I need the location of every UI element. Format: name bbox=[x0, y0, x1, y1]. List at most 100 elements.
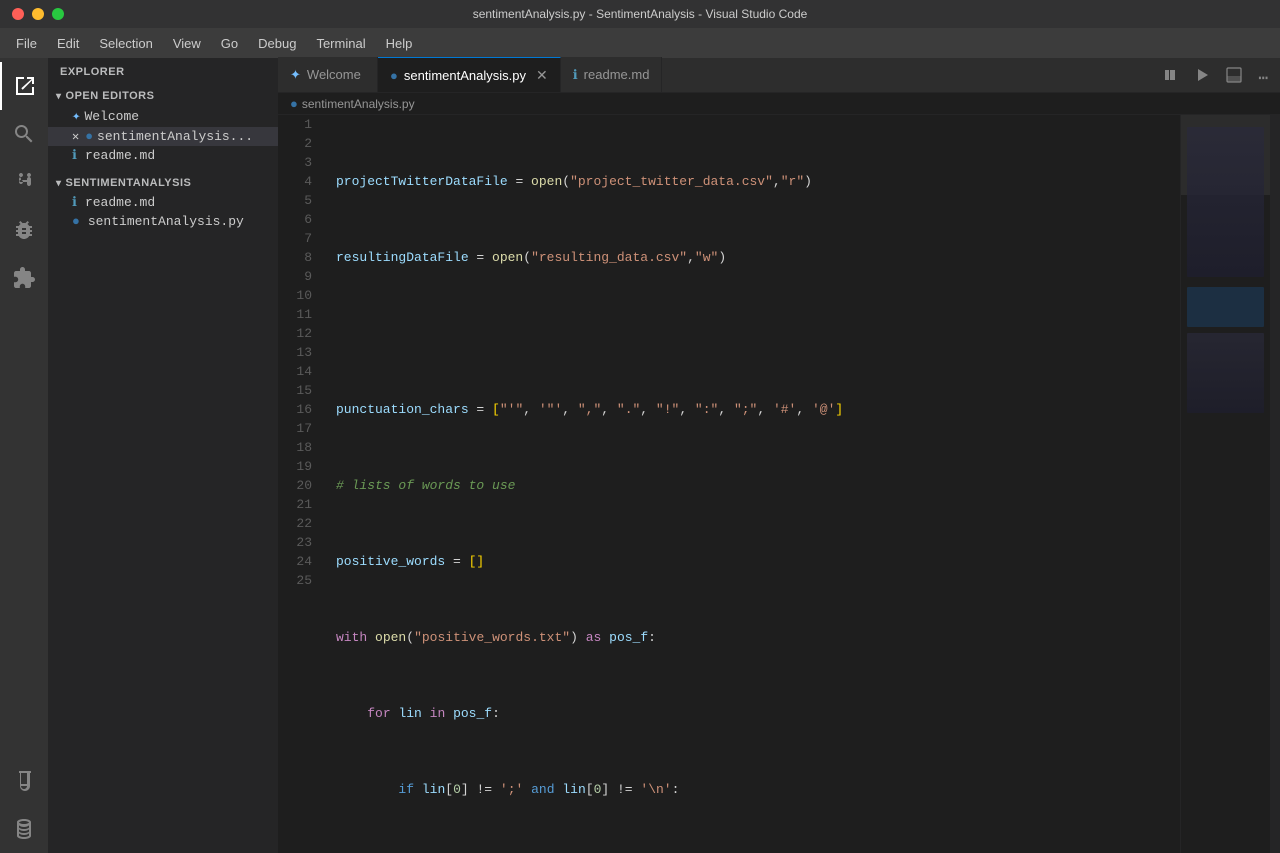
sidebar-file-sentiment-proj[interactable]: ● sentimentAnalysis.py bbox=[48, 212, 278, 231]
line-num-25: 25 bbox=[286, 571, 320, 590]
breadcrumb-text: sentimentAnalysis.py bbox=[302, 97, 415, 111]
close-button[interactable] bbox=[12, 8, 24, 20]
menu-go[interactable]: Go bbox=[213, 32, 246, 55]
line-numbers: 1 2 3 4 5 6 7 8 9 10 11 12 13 14 15 16 1… bbox=[278, 115, 328, 853]
code-line-1: projectTwitterDataFile = open("project_t… bbox=[328, 172, 1180, 191]
sidebar-file-welcome-label: Welcome bbox=[84, 109, 139, 124]
extensions-activity-icon[interactable] bbox=[0, 254, 48, 302]
line-num-11: 11 bbox=[286, 305, 320, 324]
sentimentanalysis-chevron: ▾ bbox=[56, 178, 62, 189]
sidebar: EXPLORER ▾ OPEN EDITORS ✦ Welcome ✕ ● se… bbox=[48, 58, 278, 853]
code-content[interactable]: projectTwitterDataFile = open("project_t… bbox=[328, 115, 1180, 853]
code-line-6: positive_words = [] bbox=[328, 552, 1180, 571]
code-line-2: resultingDataFile = open("resulting_data… bbox=[328, 248, 1180, 267]
line-num-21: 21 bbox=[286, 495, 320, 514]
menu-debug[interactable]: Debug bbox=[250, 32, 304, 55]
tab-readme-label: readme.md bbox=[584, 67, 650, 82]
tab-welcome-icon: ✦ bbox=[290, 67, 301, 83]
flask-activity-icon[interactable] bbox=[0, 757, 48, 805]
breadcrumb-icon: ● bbox=[290, 96, 298, 111]
menu-help[interactable]: Help bbox=[378, 32, 421, 55]
tabs-bar: ✦ Welcome ● sentimentAnalysis.py ✕ ℹ rea… bbox=[278, 58, 1280, 93]
sidebar-file-welcome[interactable]: ✦ Welcome bbox=[48, 106, 278, 127]
tabs-actions: ⋯ bbox=[1150, 63, 1280, 92]
source-control-activity-icon[interactable] bbox=[0, 158, 48, 206]
tab-sentiment[interactable]: ● sentimentAnalysis.py ✕ bbox=[378, 57, 561, 92]
info-icon-2: ℹ bbox=[72, 195, 77, 210]
line-num-18: 18 bbox=[286, 438, 320, 457]
python-icon-proj: ● bbox=[72, 214, 80, 229]
more-actions-button[interactable]: ⋯ bbox=[1254, 64, 1272, 92]
sidebar-file-sentiment-proj-label: sentimentAnalysis.py bbox=[88, 214, 244, 229]
line-num-2: 2 bbox=[286, 134, 320, 153]
toggle-panel-button[interactable] bbox=[1222, 63, 1246, 92]
sidebar-file-sentiment-label: sentimentAnalysis... bbox=[97, 129, 253, 144]
code-line-7: with open("positive_words.txt") as pos_f… bbox=[328, 628, 1180, 647]
line-num-14: 14 bbox=[286, 362, 320, 381]
python-icon-sentiment: ● bbox=[85, 129, 93, 144]
line-num-12: 12 bbox=[286, 324, 320, 343]
tab-sentiment-label: sentimentAnalysis.py bbox=[404, 68, 526, 83]
open-editors-chevron: ▾ bbox=[56, 91, 62, 102]
tab-readme[interactable]: ℹ readme.md bbox=[561, 57, 663, 92]
line-num-20: 20 bbox=[286, 476, 320, 495]
tab-sentiment-icon: ● bbox=[390, 68, 398, 83]
debug-activity-icon[interactable] bbox=[0, 206, 48, 254]
sidebar-file-readme-open-label: readme.md bbox=[85, 148, 155, 163]
title-bar: sentimentAnalysis.py - SentimentAnalysis… bbox=[0, 0, 1280, 28]
open-editors-label: OPEN EDITORS bbox=[66, 90, 155, 102]
close-dot-icon[interactable]: ✕ bbox=[72, 129, 79, 144]
line-num-16: 16 bbox=[286, 400, 320, 419]
code-line-8: for lin in pos_f: bbox=[328, 704, 1180, 723]
menu-bar: File Edit Selection View Go Debug Termin… bbox=[0, 28, 1280, 58]
minimize-button[interactable] bbox=[32, 8, 44, 20]
explorer-activity-icon[interactable] bbox=[0, 62, 48, 110]
code-line-9: if lin[0] != ';' and lin[0] != '\n': bbox=[328, 780, 1180, 799]
search-activity-icon[interactable] bbox=[0, 110, 48, 158]
menu-view[interactable]: View bbox=[165, 32, 209, 55]
editor-area: ✦ Welcome ● sentimentAnalysis.py ✕ ℹ rea… bbox=[278, 58, 1280, 853]
sidebar-file-sentiment[interactable]: ✕ ● sentimentAnalysis... bbox=[48, 127, 278, 146]
line-num-22: 22 bbox=[286, 514, 320, 533]
menu-file[interactable]: File bbox=[8, 32, 45, 55]
sidebar-file-readme-proj[interactable]: ℹ readme.md bbox=[48, 193, 278, 212]
line-num-5: 5 bbox=[286, 191, 320, 210]
sidebar-file-readme-proj-label: readme.md bbox=[85, 195, 155, 210]
breadcrumb: ● sentimentAnalysis.py bbox=[278, 93, 1280, 115]
line-num-17: 17 bbox=[286, 419, 320, 438]
split-editor-button[interactable] bbox=[1158, 63, 1182, 92]
tab-welcome[interactable]: ✦ Welcome bbox=[278, 57, 378, 92]
tab-readme-icon: ℹ bbox=[573, 67, 578, 83]
line-num-23: 23 bbox=[286, 533, 320, 552]
line-num-4: 4 bbox=[286, 172, 320, 191]
tab-sentiment-close[interactable]: ✕ bbox=[536, 67, 548, 84]
code-line-5: # lists of words to use bbox=[328, 476, 1180, 495]
window-controls bbox=[12, 8, 64, 20]
window-title: sentimentAnalysis.py - SentimentAnalysis… bbox=[473, 7, 808, 21]
run-button[interactable] bbox=[1190, 63, 1214, 92]
open-editors-section[interactable]: ▾ OPEN EDITORS bbox=[48, 86, 278, 106]
info-icon: ℹ bbox=[72, 148, 77, 163]
line-num-13: 13 bbox=[286, 343, 320, 362]
line-num-10: 10 bbox=[286, 286, 320, 305]
database-activity-icon[interactable] bbox=[0, 805, 48, 853]
line-num-3: 3 bbox=[286, 153, 320, 172]
code-line-3 bbox=[328, 324, 1180, 343]
code-editor[interactable]: 1 2 3 4 5 6 7 8 9 10 11 12 13 14 15 16 1… bbox=[278, 115, 1280, 853]
line-num-7: 7 bbox=[286, 229, 320, 248]
line-num-24: 24 bbox=[286, 552, 320, 571]
sidebar-file-readme-open[interactable]: ℹ readme.md bbox=[48, 146, 278, 165]
menu-terminal[interactable]: Terminal bbox=[308, 32, 373, 55]
welcome-icon: ✦ bbox=[72, 108, 80, 125]
minimap bbox=[1180, 115, 1270, 853]
main-layout: EXPLORER ▾ OPEN EDITORS ✦ Welcome ✕ ● se… bbox=[0, 58, 1280, 853]
line-num-6: 6 bbox=[286, 210, 320, 229]
vertical-scrollbar[interactable] bbox=[1270, 115, 1280, 853]
activity-bar bbox=[0, 58, 48, 853]
sidebar-header: EXPLORER bbox=[48, 58, 278, 86]
menu-edit[interactable]: Edit bbox=[49, 32, 87, 55]
code-line-4: punctuation_chars = ["'", '"', ",", ".",… bbox=[328, 400, 1180, 419]
maximize-button[interactable] bbox=[52, 8, 64, 20]
sentimentanalysis-section[interactable]: ▾ SENTIMENTANALYSIS bbox=[48, 173, 278, 193]
menu-selection[interactable]: Selection bbox=[91, 32, 160, 55]
